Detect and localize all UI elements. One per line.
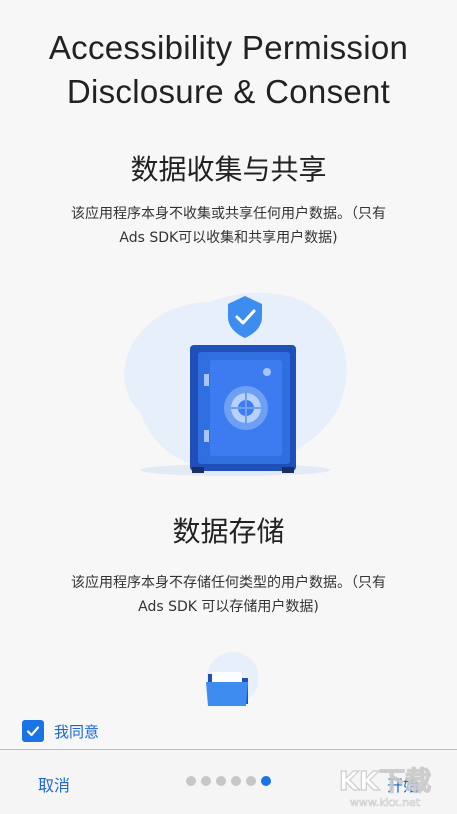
start-button[interactable]: 开始 bbox=[387, 772, 419, 796]
page-indicator-dot bbox=[246, 776, 256, 786]
section-desc-line1: 该应用程序本身不存储任何类型的用户数据。（只有 bbox=[71, 575, 386, 591]
consent-label[interactable]: 我同意 bbox=[54, 721, 99, 742]
page-indicator-dot bbox=[231, 776, 241, 786]
page-indicator-dot bbox=[186, 776, 196, 786]
page-indicator-dot bbox=[201, 776, 211, 786]
checkmark-icon bbox=[26, 726, 40, 737]
section-desc-line2: Ads SDK可以收集和共享用户数据) bbox=[119, 230, 338, 246]
section-title-data-collection: 数据收集与共享 bbox=[130, 153, 327, 186]
page-title-line1: Accessibility Permission bbox=[48, 29, 409, 66]
safe-with-shield-icon bbox=[124, 292, 347, 476]
consent-checkbox-row[interactable]: 我同意 bbox=[22, 717, 99, 745]
page-indicator bbox=[186, 776, 271, 786]
page-title: Accessibility Permission Disclosure & Co… bbox=[0, 26, 457, 114]
section-title-data-storage: 数据存储 bbox=[172, 515, 285, 548]
section-desc-data-storage: 该应用程序本身不存储任何类型的用户数据。（只有 Ads SDK 可以存储用户数据… bbox=[30, 571, 427, 619]
page-indicator-dot-active bbox=[261, 776, 271, 786]
bottom-navigation-bar: 取消 开始 bbox=[0, 750, 457, 814]
cancel-button[interactable]: 取消 bbox=[38, 772, 70, 796]
consent-checkbox[interactable] bbox=[22, 720, 44, 742]
section-desc-line2: Ads SDK 可以存储用户数据) bbox=[138, 599, 319, 615]
section-desc-line1: 该应用程序本身不收集或共享任何用户数据。（只有 bbox=[71, 206, 386, 222]
section-desc-data-collection: 该应用程序本身不收集或共享任何用户数据。（只有 Ads SDK可以收集和共享用户… bbox=[30, 202, 427, 250]
page-indicator-dot bbox=[216, 776, 226, 786]
page-title-line2: Disclosure & Consent bbox=[66, 73, 391, 110]
folder-icon bbox=[206, 652, 258, 706]
